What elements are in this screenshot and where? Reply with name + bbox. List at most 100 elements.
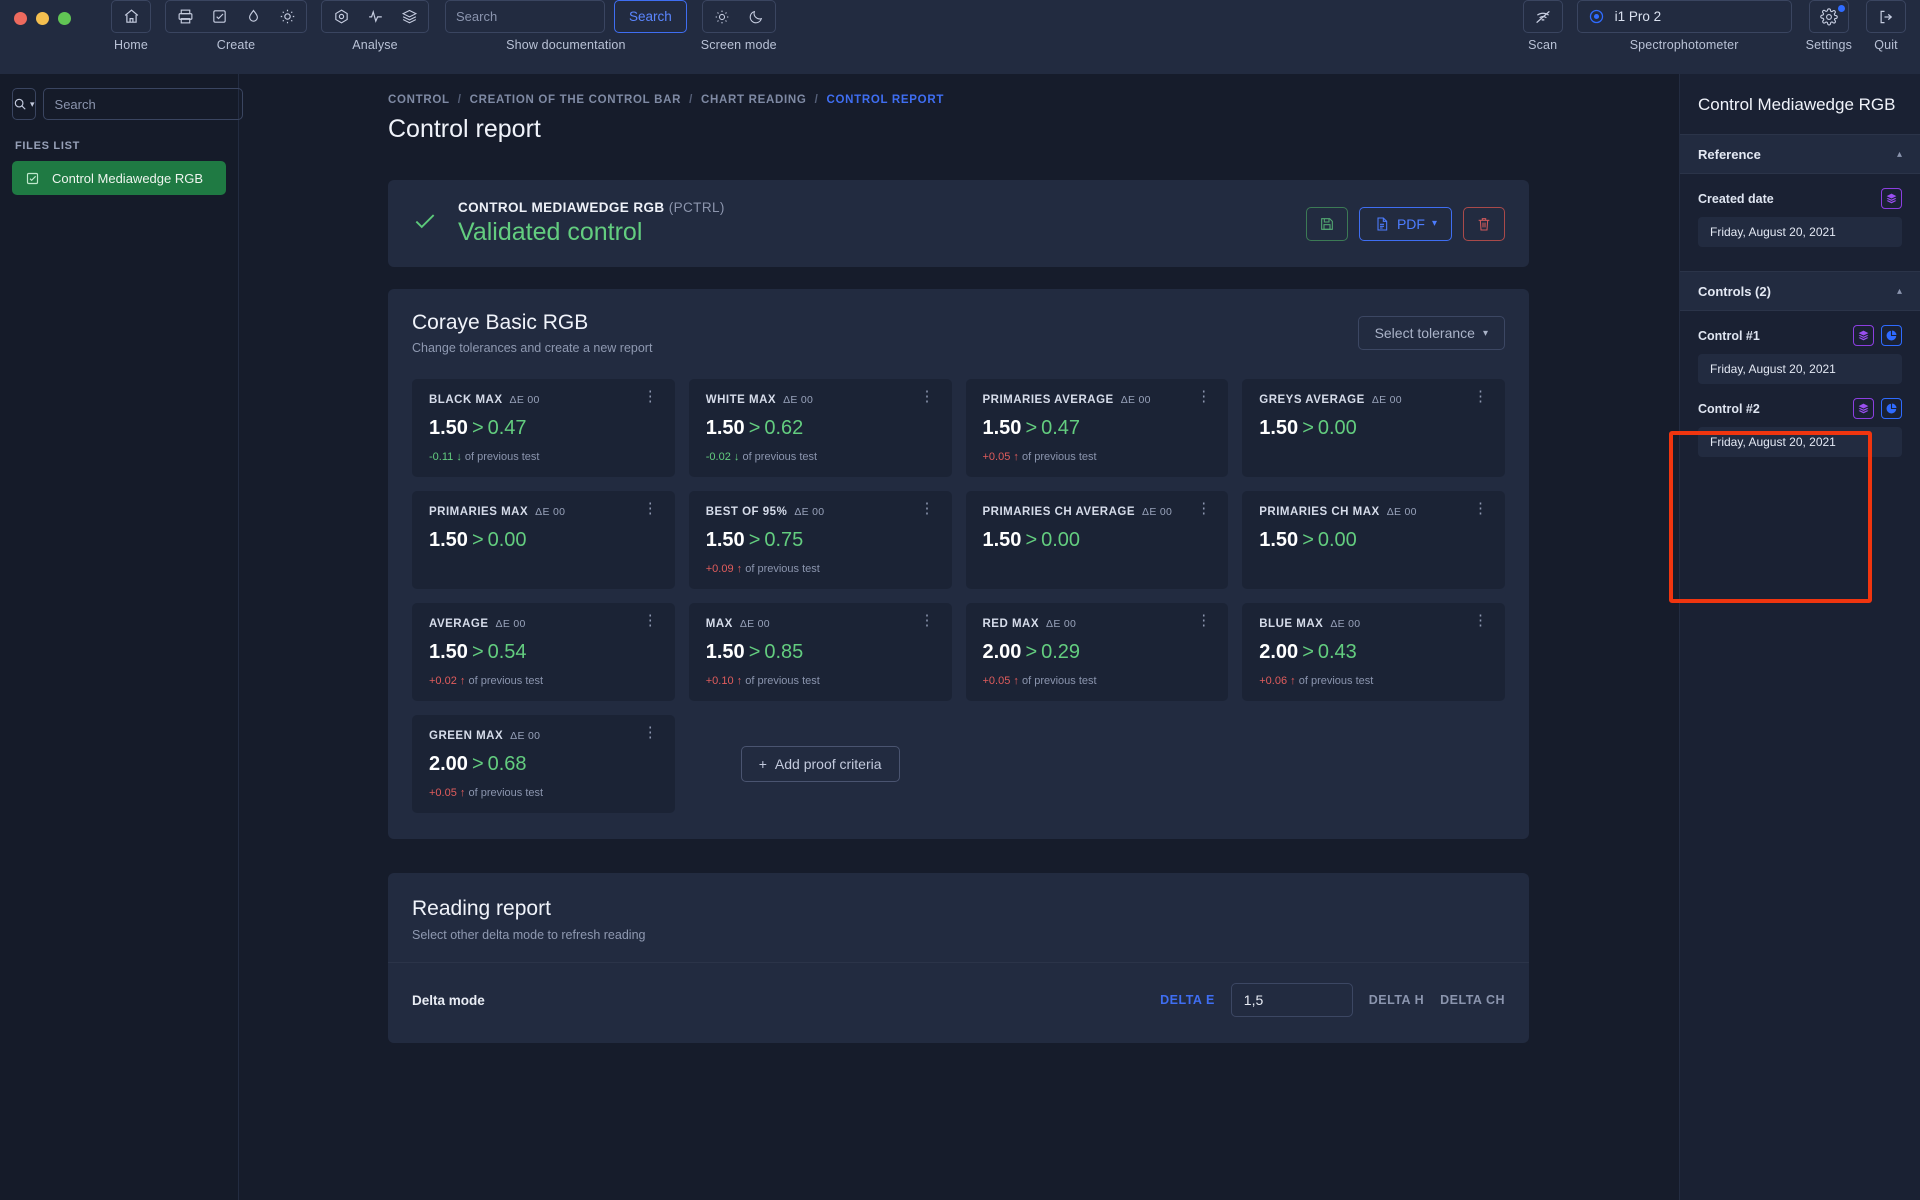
layers-icon[interactable] — [1853, 325, 1874, 346]
metric-menu-button[interactable]: ⋮ — [1473, 613, 1488, 628]
metric-menu-button[interactable]: ⋮ — [1196, 501, 1211, 516]
moon-icon[interactable] — [739, 1, 773, 32]
check-square-icon[interactable] — [202, 1, 236, 32]
metric-card: PRIMARIES CH AVERAGE ΔE 00 ⋮ 1.50 >0.00 — [965, 491, 1229, 589]
target-icon[interactable] — [324, 1, 358, 32]
pie-chart-icon[interactable] — [1881, 398, 1902, 419]
metric-values: 1.50 >0.00 — [429, 529, 658, 552]
tolerance-panel-title: Coraye Basic RGB — [412, 311, 589, 334]
metric-value: 0.47 — [1041, 417, 1081, 439]
window-zoom-button[interactable] — [58, 12, 71, 25]
metric-menu-button[interactable]: ⋮ — [1473, 389, 1488, 404]
breadcrumb-separator: / — [457, 94, 462, 106]
window-close-button[interactable] — [14, 12, 27, 25]
delta-mode-label: Delta mode — [412, 992, 485, 1008]
metric-unit: ΔE 00 — [1120, 394, 1151, 406]
delta-mode-e[interactable]: DELTA E — [1160, 993, 1215, 1007]
metric-name: BLACK MAX — [429, 394, 503, 406]
metric-delta-suffix: of previous test — [745, 675, 820, 687]
metric-menu-button[interactable]: ⋮ — [920, 613, 935, 628]
metric-menu-button[interactable]: ⋮ — [643, 613, 658, 628]
pie-chart-icon[interactable] — [1881, 325, 1902, 346]
control-row: Control #2 — [1698, 398, 1902, 419]
controls-section-header[interactable]: Controls (2) ▴ — [1680, 271, 1920, 311]
sidebar-search-filter-button[interactable]: ▾ — [12, 88, 36, 120]
sun-icon[interactable] — [705, 1, 739, 32]
activity-icon[interactable] — [358, 1, 392, 32]
metric-unit: ΔE 00 — [1046, 618, 1077, 630]
reading-report-header: Reading report Select other delta mode t… — [388, 873, 1529, 963]
sidebar-item-control-mediawedge-rgb[interactable]: Control Mediawedge RGB — [12, 161, 226, 195]
metric-delta-value: +0.05 — [429, 787, 457, 799]
toolbar-group-create-label: Create — [216, 38, 256, 52]
created-date-value: Friday, August 20, 2021 — [1698, 217, 1902, 247]
reference-section-header[interactable]: Reference ▴ — [1680, 134, 1920, 174]
metric-value: 0.00 — [487, 529, 527, 551]
metric-menu-button[interactable]: ⋮ — [920, 389, 935, 404]
delta-mode-ch[interactable]: DELTA CH — [1440, 993, 1505, 1007]
droplet-icon[interactable] — [236, 1, 270, 32]
logout-icon[interactable] — [1869, 1, 1903, 32]
breadcrumb-item[interactable]: CHART READING — [701, 94, 807, 106]
metric-separator: > — [1302, 529, 1314, 551]
metric-delta-suffix: of previous test — [468, 675, 544, 687]
metric-delta-suffix: of previous test — [742, 451, 818, 463]
chevron-down-icon: ▾ — [30, 98, 35, 109]
metric-tolerance: 1.50 — [705, 641, 745, 663]
add-proof-criteria-button[interactable]: + Add proof criteria — [740, 746, 900, 782]
delta-mode-h[interactable]: DELTA H — [1369, 993, 1424, 1007]
save-button[interactable] — [1305, 206, 1348, 241]
metric-menu-button[interactable]: ⋮ — [1473, 501, 1488, 516]
pdf-button[interactable]: PDF ▾ — [1358, 206, 1452, 241]
metric-tolerance: 1.50 — [1259, 529, 1299, 551]
metric-tolerance: 1.50 — [982, 529, 1022, 551]
documentation-search-label: Show documentation — [506, 38, 626, 52]
settings-group: Settings — [1806, 0, 1852, 52]
chevron-down-icon: ▾ — [1482, 327, 1488, 339]
documentation-search-button[interactable]: Search — [614, 0, 687, 33]
metric-separator: > — [1025, 417, 1038, 439]
printer-icon[interactable] — [168, 1, 202, 32]
quit-box — [1866, 0, 1906, 33]
metric-values: 1.50 >0.85 — [706, 641, 935, 664]
breadcrumb-item[interactable]: CONTROL REPORT — [826, 94, 944, 106]
spectrophotometer-select[interactable]: i1 Pro 2 — [1576, 0, 1792, 33]
metric-menu-button[interactable]: ⋮ — [643, 725, 658, 740]
window-minimize-button[interactable] — [36, 12, 49, 25]
reading-report-subtitle: Select other delta mode to refresh readi… — [412, 928, 646, 942]
layers-icon[interactable] — [1853, 398, 1874, 419]
home-icon[interactable] — [114, 1, 148, 32]
metric-menu-button[interactable]: ⋮ — [920, 501, 935, 516]
layers-icon[interactable] — [1881, 188, 1902, 209]
select-tolerance-dropdown[interactable]: Select tolerance ▾ — [1357, 316, 1505, 350]
breadcrumb-item[interactable]: CONTROL — [388, 94, 450, 106]
metric-menu-button[interactable]: ⋮ — [643, 501, 658, 516]
breadcrumb-item[interactable]: CREATION OF THE CONTROL BAR — [470, 94, 681, 106]
metric-delta: +0.09 ↑ of previous test — [706, 563, 935, 575]
metric-separator: > — [748, 641, 761, 663]
spectrophotometer-group: i1 Pro 2 Spectrophotometer — [1576, 0, 1792, 52]
layers-icon[interactable] — [392, 1, 426, 32]
metric-menu-button[interactable]: ⋮ — [643, 389, 658, 404]
delete-button[interactable] — [1463, 206, 1505, 241]
metric-card-grid: BLACK MAX ΔE 00 ⋮ 1.50 >0.47 -0.11 ↓ of previ… — [388, 361, 1529, 839]
metric-delta-arrow-icon: ↑ — [459, 787, 466, 799]
sidebar-search-input[interactable] — [42, 88, 243, 120]
validated-control-panel: CONTROL MEDIAWEDGE RGB (PCTRL) Validated… — [388, 180, 1529, 267]
metric-menu-button[interactable]: ⋮ — [1196, 389, 1211, 404]
toolbar-group-home-label: Home — [114, 38, 148, 52]
metric-delta-suffix: of previous test — [1021, 451, 1097, 463]
delta-value-input[interactable] — [1230, 983, 1353, 1017]
delta-mode-controls: DELTA E DELTA H DELTA CH — [1160, 983, 1505, 1017]
metric-card: PRIMARIES AVERAGE ΔE 00 ⋮ 1.50 >0.47 +0.05 ↑ … — [965, 379, 1229, 477]
scan-off-icon[interactable] — [1526, 1, 1560, 32]
metric-menu-button[interactable]: ⋮ — [1196, 613, 1211, 628]
metric-separator: > — [1302, 641, 1314, 663]
sun-icon[interactable] — [270, 1, 304, 32]
metric-name: BLUE MAX — [1259, 618, 1324, 630]
metric-delta-value: -0.02 — [705, 451, 731, 463]
screen-mode-group: Screen mode — [701, 0, 777, 52]
documentation-search-input[interactable] — [445, 0, 605, 33]
metric-delta-value: +0.06 — [1259, 675, 1288, 687]
metric-values: 1.50 >0.75 — [706, 529, 935, 552]
